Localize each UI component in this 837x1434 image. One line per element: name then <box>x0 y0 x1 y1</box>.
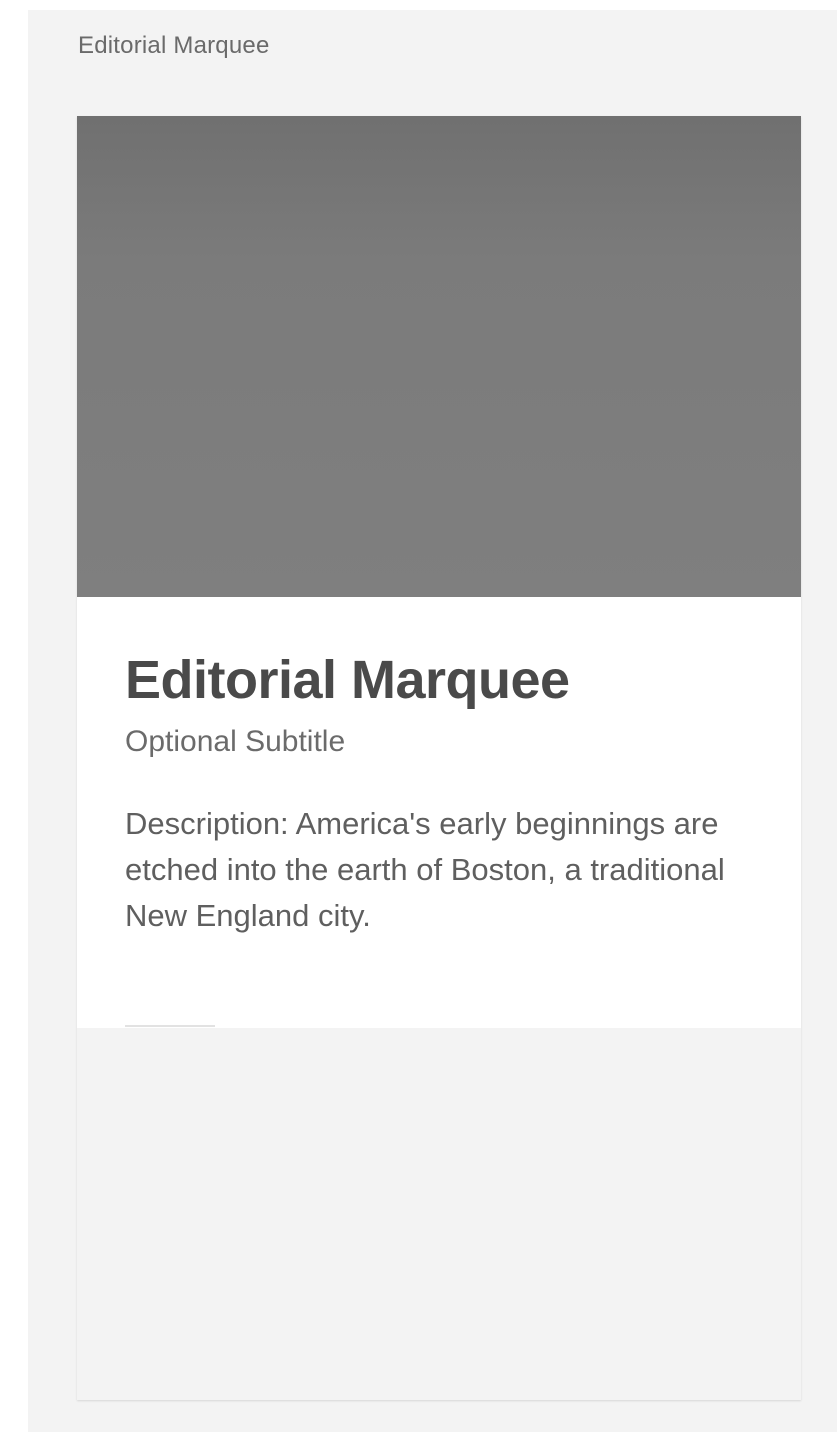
page-canvas: Editorial Marquee Editorial Marquee Opti… <box>28 10 837 1432</box>
section-label: Editorial Marquee <box>78 32 270 59</box>
hero-image-placeholder <box>77 116 801 597</box>
card-content: Editorial Marquee Optional Subtitle Desc… <box>77 597 801 1028</box>
card-subtitle: Optional Subtitle <box>125 725 346 758</box>
card-title: Editorial Marquee <box>125 650 570 710</box>
divider-rule <box>125 1025 215 1027</box>
card-description: Description: America's early beginnings … <box>125 806 725 933</box>
editorial-marquee-card[interactable]: Editorial Marquee Optional Subtitle Desc… <box>77 116 801 1400</box>
